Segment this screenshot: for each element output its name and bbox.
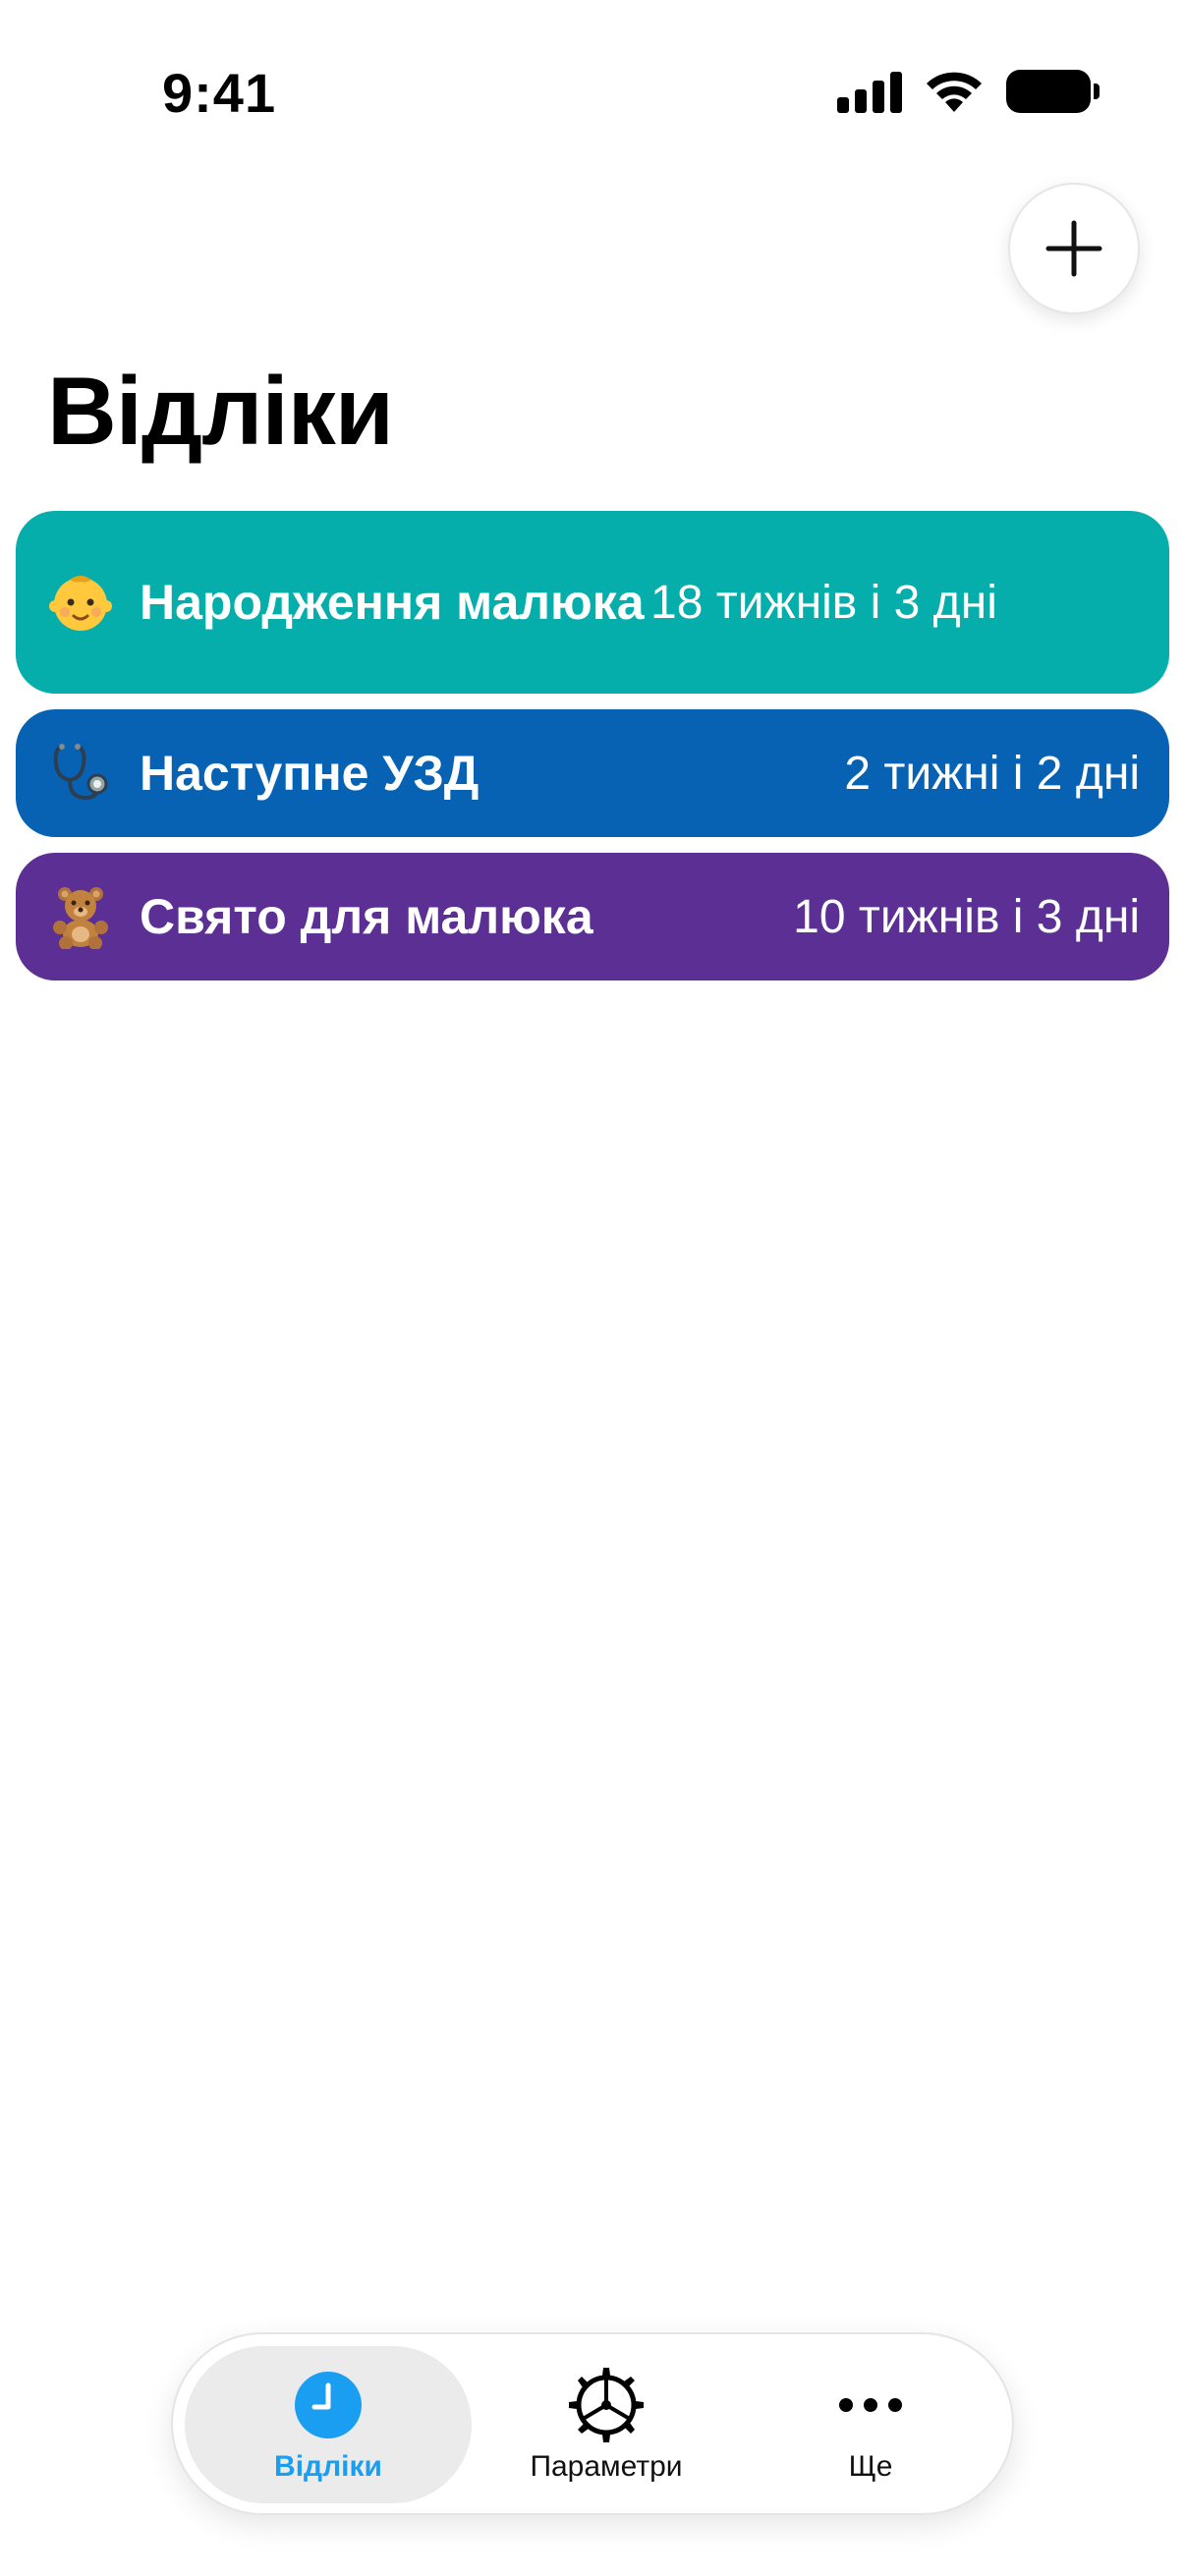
tab-label: Відліки xyxy=(274,2450,382,2483)
countdown-name: Народження малюка xyxy=(140,575,645,630)
countdown-name: Наступне УЗД xyxy=(140,746,480,801)
countdowns-screen: 9:41 Відліки Народження малюка 18 тижнів… xyxy=(0,0,1185,2576)
countdown-name: Свято для малюка xyxy=(140,889,593,944)
tab-label: Ще xyxy=(848,2450,893,2483)
status-time: 9:41 xyxy=(162,62,277,124)
stethoscope-icon xyxy=(43,736,118,811)
countdown-card-next-ultrasound[interactable]: Наступне УЗД 2 тижні і 2 дні xyxy=(16,709,1169,837)
gear-icon xyxy=(567,2366,646,2444)
wifi-icon xyxy=(927,72,982,112)
add-countdown-button[interactable] xyxy=(1008,183,1140,314)
countdown-remaining: 2 тижні і 2 дні xyxy=(844,747,1140,800)
tab-bar: Відліки Параметри Ще xyxy=(171,2332,1014,2515)
countdown-remaining: 18 тижнів і 3 дні xyxy=(650,576,997,629)
tab-settings[interactable]: Параметри xyxy=(463,2346,750,2503)
clock-icon xyxy=(293,2366,364,2444)
countdown-card-baby-birth[interactable]: Народження малюка 18 тижнів і 3 дні xyxy=(16,511,1169,694)
cellular-signal-icon xyxy=(837,70,902,113)
battery-icon xyxy=(1006,70,1100,113)
status-bar: 9:41 xyxy=(0,0,1185,177)
countdown-list: Народження малюка 18 тижнів і 3 дні Наст… xyxy=(16,511,1169,996)
countdown-card-baby-shower[interactable]: Свято для малюка 10 тижнів і 3 дні xyxy=(16,853,1169,980)
teddy-bear-icon xyxy=(43,879,118,954)
page-title: Відліки xyxy=(47,357,394,465)
status-icons xyxy=(837,69,1100,114)
countdown-remaining: 10 тижнів і 3 дні xyxy=(793,890,1140,943)
baby-face-icon xyxy=(43,565,118,640)
plus-icon xyxy=(1045,220,1102,277)
tab-countdowns[interactable]: Відліки xyxy=(185,2346,472,2503)
ellipsis-icon xyxy=(836,2366,905,2444)
tab-more[interactable]: Ще xyxy=(727,2346,1014,2503)
tab-label: Параметри xyxy=(530,2450,683,2483)
